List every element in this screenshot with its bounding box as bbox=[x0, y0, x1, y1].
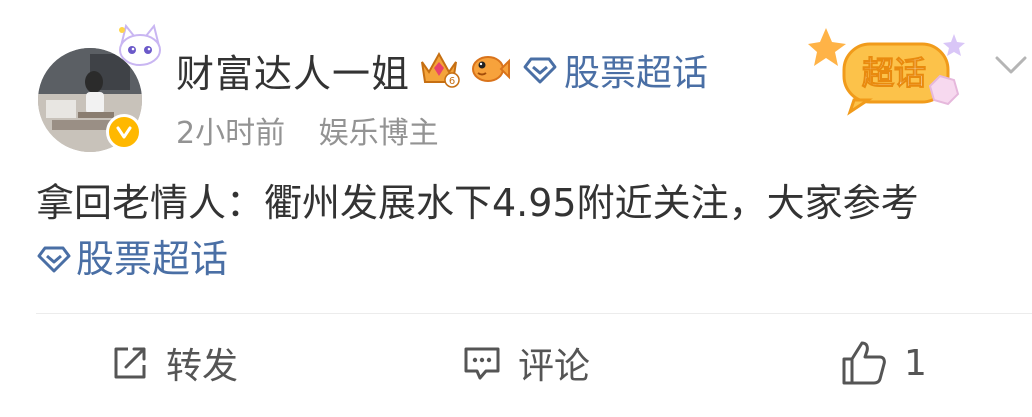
user-role: 娱乐博主 bbox=[318, 116, 439, 151]
content-topic-label: 股票超话 bbox=[76, 237, 229, 281]
diamond-topic-icon bbox=[523, 57, 557, 84]
divider bbox=[36, 313, 1032, 314]
post-text: 拿回老情人：衢州发展水下4.95附近关注，大家参考 bbox=[36, 181, 919, 225]
like-icon bbox=[842, 341, 886, 385]
username[interactable]: 财富达人一姐 bbox=[176, 43, 410, 98]
weibo-post: 财富达人一姐 6 股票超话 2小时前 娱乐博主 超话 拿回老情人：衢州发展水下4… bbox=[0, 0, 1032, 417]
like-button[interactable]: 1 bbox=[840, 336, 927, 390]
crown-level-icon[interactable]: 6 bbox=[418, 48, 460, 92]
avatar-container[interactable] bbox=[36, 24, 161, 156]
post-content: 拿回老情人：衢州发展水下4.95附近关注，大家参考 股票超话 bbox=[36, 176, 1006, 286]
fish-icon[interactable] bbox=[468, 49, 511, 91]
comment-button[interactable]: 评论 bbox=[462, 336, 590, 390]
user-level: 6 bbox=[449, 76, 455, 87]
chevron-down-icon[interactable] bbox=[994, 54, 1028, 78]
comment-icon bbox=[464, 347, 500, 380]
repost-icon bbox=[114, 347, 146, 379]
supertopic-badge-icon[interactable]: 超话 bbox=[808, 18, 974, 116]
cat-decoration-icon bbox=[119, 24, 161, 66]
post-time: 2小时前 bbox=[176, 116, 286, 151]
content-topic-link[interactable]: 股票超话 bbox=[36, 232, 1006, 286]
header-topic-label: 股票超话 bbox=[564, 53, 709, 94]
name-row: 财富达人一姐 6 股票超话 bbox=[176, 44, 708, 96]
header-topic-link[interactable]: 股票超话 bbox=[522, 44, 708, 96]
like-count: 1 bbox=[904, 342, 927, 384]
supertopic-badge-label: 超话 bbox=[862, 54, 926, 92]
comment-label: 评论 bbox=[518, 346, 591, 387]
verified-icon bbox=[106, 114, 142, 150]
diamond-topic-icon bbox=[37, 246, 71, 273]
repost-label: 转发 bbox=[166, 346, 239, 387]
repost-button[interactable]: 转发 bbox=[110, 336, 238, 390]
meta-row: 2小时前 娱乐博主 bbox=[176, 108, 439, 152]
